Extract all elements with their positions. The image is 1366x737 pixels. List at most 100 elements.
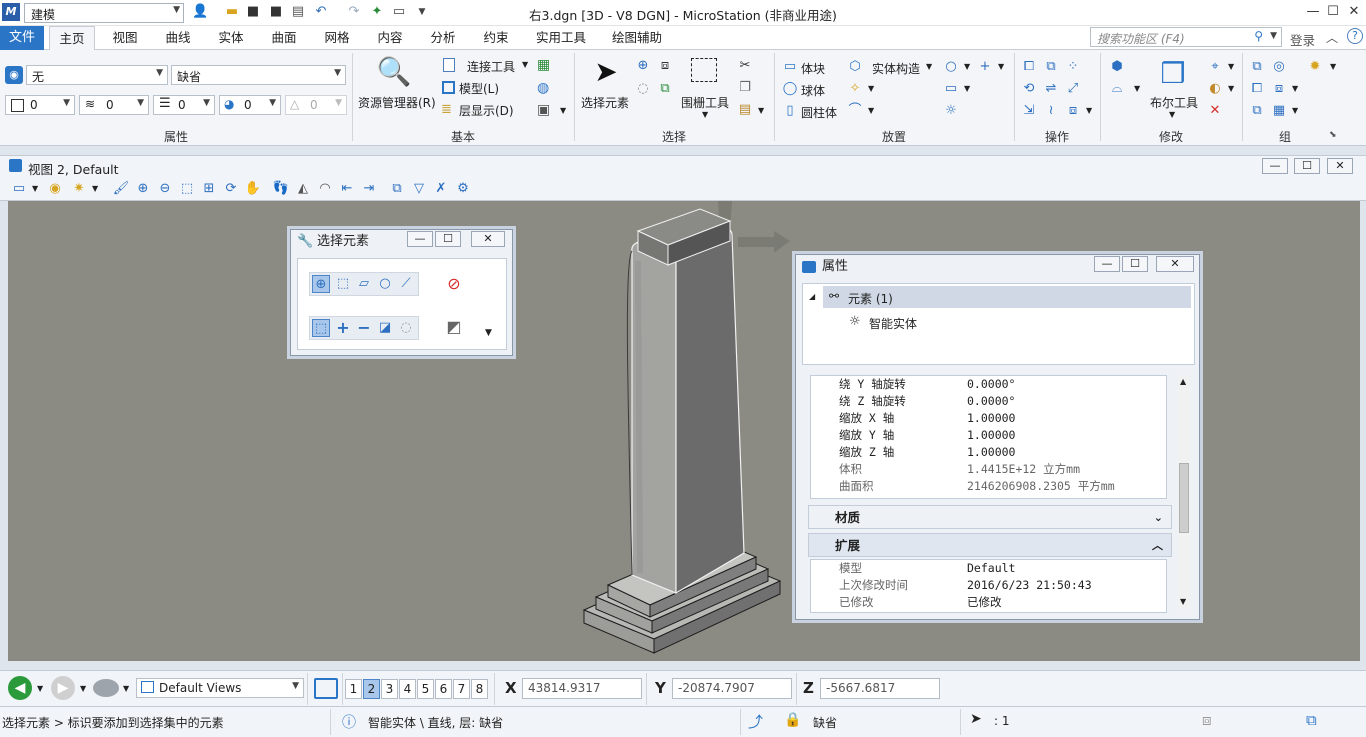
priority-combo[interactable]: △ 0 ▼ bbox=[285, 95, 347, 115]
fit-view-icon[interactable]: ⊞ bbox=[200, 180, 218, 198]
graphic-group-icon[interactable]: ⧉ bbox=[1248, 102, 1266, 120]
help-icon[interactable]: ? bbox=[1347, 28, 1363, 44]
view-maximize-icon[interactable]: ☐ bbox=[1294, 158, 1320, 174]
minimize-icon[interactable]: — bbox=[1302, 2, 1324, 22]
individual-select-icon[interactable]: ⊕ bbox=[312, 275, 330, 293]
fly-icon[interactable]: ◭ bbox=[294, 180, 312, 198]
linestyle-combo[interactable]: ≋ 0 ▼ bbox=[79, 95, 149, 115]
line-select-icon[interactable]: ⟋ bbox=[397, 275, 415, 293]
align-icon[interactable]: ⇲ bbox=[1020, 102, 1038, 120]
pan-view-icon[interactable]: ✋ bbox=[244, 180, 262, 198]
update-view-icon[interactable]: 🖌 bbox=[112, 180, 130, 198]
search-input[interactable]: 搜索功能区 (F4) ⚲ ▼ bbox=[1090, 27, 1282, 47]
properties-close-icon[interactable]: ✕ bbox=[1156, 256, 1194, 272]
view-button-4[interactable]: 4 bbox=[399, 679, 416, 699]
file-info-icon[interactable]: ⧉ bbox=[1306, 711, 1317, 729]
place-point-icon[interactable]: ✧ bbox=[846, 80, 864, 98]
open-folder-icon[interactable]: ▬ bbox=[224, 4, 240, 20]
chevron-down-icon[interactable]: ▼ bbox=[485, 328, 492, 338]
new-selection-icon[interactable]: ⬚ bbox=[312, 319, 330, 337]
select-dialog-close-icon[interactable]: ✕ bbox=[471, 231, 505, 247]
chevron-down-icon[interactable]: ▼ bbox=[123, 684, 129, 693]
tab-mesh[interactable]: 网格 bbox=[314, 26, 360, 50]
rectangle-icon[interactable]: ▭ bbox=[942, 80, 960, 98]
design-history-icon[interactable]: ⧈ bbox=[1202, 711, 1212, 729]
chevron-down-icon[interactable]: ▼ bbox=[926, 62, 932, 71]
previous-view-icon[interactable]: ⇤ bbox=[338, 180, 356, 198]
view-button-3[interactable]: 3 bbox=[381, 679, 398, 699]
tab-home[interactable]: 主页 bbox=[49, 26, 95, 51]
chevron-down-icon[interactable]: ▼ bbox=[560, 106, 566, 115]
select-dialog-minimize-icon[interactable]: — bbox=[407, 231, 433, 247]
tab-file[interactable]: 文件 bbox=[0, 26, 44, 50]
property-row[interactable]: 体积 1.4415E+12 立方mm bbox=[811, 461, 1166, 478]
add-mode-icon[interactable]: + bbox=[334, 319, 352, 337]
dialog-launcher-icon[interactable]: ⬊ bbox=[1329, 130, 1337, 140]
select-element-dialog[interactable]: 🔧 选择元素 — ☐ ✕ ⊕ ⬚ ▱ ○ ⟋ ⊘ ⬚ + − ◪ ◌ ◩ ▼ bbox=[290, 229, 513, 356]
property-row[interactable]: 曲面积 2146206908.2305 平方mm bbox=[811, 478, 1166, 495]
tab-content[interactable]: 内容 bbox=[367, 26, 413, 50]
tree-expand-icon[interactable]: ◢ bbox=[809, 292, 815, 301]
element-template-combo[interactable]: 缺省 ▼ bbox=[171, 65, 346, 85]
copy-view-icon[interactable]: ⧉ bbox=[388, 180, 406, 198]
view-settings-icon[interactable]: ⚙ bbox=[454, 180, 472, 198]
cylinder-icon[interactable]: ▯ bbox=[781, 102, 799, 120]
raster-icon[interactable]: ▦ bbox=[537, 57, 550, 73]
clip-mask-icon[interactable]: ✗ bbox=[432, 180, 450, 198]
chevron-down-icon[interactable]: ▼ bbox=[1228, 62, 1234, 71]
more-basic-icon[interactable]: ▣ bbox=[537, 102, 550, 118]
cut-icon[interactable]: ✂ bbox=[736, 57, 754, 75]
user-icon[interactable]: 👤 bbox=[192, 4, 208, 20]
level-display-button[interactable]: 层显示(D) bbox=[459, 102, 514, 119]
view-minimize-icon[interactable]: — bbox=[1262, 158, 1288, 174]
tab-constraints[interactable]: 约束 bbox=[473, 26, 519, 50]
info-icon[interactable]: ⓘ bbox=[342, 712, 356, 732]
clear-mode-icon[interactable]: ◌ bbox=[397, 319, 415, 337]
z-coordinate-field[interactable]: -5667.6817 bbox=[820, 678, 940, 699]
scroll-up-icon[interactable]: ▲ bbox=[1180, 377, 1186, 386]
tab-surfaces[interactable]: 曲面 bbox=[261, 26, 307, 50]
view-button-7[interactable]: 7 bbox=[453, 679, 470, 699]
invert-mode-icon[interactable]: ◪ bbox=[376, 319, 394, 337]
window-area-icon[interactable]: ⬚ bbox=[178, 180, 196, 198]
select-cube-icon[interactable]: ⧈ bbox=[656, 57, 674, 75]
array-icon[interactable]: ⁘ bbox=[1064, 58, 1082, 76]
sphere-icon[interactable]: ◯ bbox=[781, 80, 799, 98]
explorer-button[interactable]: 资源管理器(R) bbox=[358, 94, 436, 111]
attach-tools-button[interactable]: 连接工具 bbox=[467, 58, 515, 75]
chevron-down-icon[interactable]: ▼ bbox=[964, 62, 970, 71]
block-icon[interactable]: ▭ bbox=[781, 58, 799, 76]
properties-maximize-icon[interactable]: ☐ bbox=[1122, 256, 1148, 272]
properties-scrollbar[interactable]: ▲ ▼ bbox=[1178, 375, 1190, 609]
collapse-ribbon-icon[interactable]: ︿ bbox=[1326, 29, 1338, 46]
grid-icon[interactable]: ▦ bbox=[1270, 102, 1288, 120]
chevron-down-icon[interactable]: ▼ bbox=[1228, 84, 1234, 93]
fence-tools-button[interactable]: 围栅工具 bbox=[681, 94, 729, 111]
chevron-down-icon[interactable]: ▼ bbox=[32, 184, 38, 193]
active-level-status[interactable]: 缺省 bbox=[813, 714, 837, 731]
chevron-down-icon[interactable]: ▼ bbox=[868, 84, 874, 93]
scroll-thumb[interactable] bbox=[1179, 463, 1189, 533]
modify-solid-icon[interactable]: ⬢ bbox=[1108, 58, 1126, 76]
property-row[interactable]: 模型 Default bbox=[811, 560, 1166, 577]
maximize-icon[interactable]: ☐ bbox=[1322, 2, 1344, 22]
property-row[interactable]: 绕 Y 轴旋转 0.0000° bbox=[811, 376, 1166, 393]
circle-select-icon[interactable]: ○ bbox=[376, 275, 394, 293]
select-add-icon[interactable]: ⧉ bbox=[656, 80, 674, 98]
selection-arrow-icon[interactable]: ➤ bbox=[970, 711, 982, 727]
transparency-combo[interactable]: ◕ 0 ▼ bbox=[219, 95, 281, 115]
fillet-icon[interactable]: ⌓ bbox=[1108, 80, 1126, 98]
chevron-down-icon[interactable]: ▼ bbox=[1086, 106, 1092, 115]
lock-icon[interactable]: 🔒 bbox=[784, 712, 801, 728]
circle-icon[interactable]: ○ bbox=[942, 58, 960, 76]
save-as-icon[interactable]: ■ bbox=[268, 4, 284, 20]
chevron-down-icon[interactable]: ▼ bbox=[868, 106, 874, 115]
chevron-down-icon[interactable]: ▼ bbox=[1330, 62, 1336, 71]
customize-qa-icon[interactable]: ▼ bbox=[414, 4, 430, 20]
tab-view[interactable]: 视图 bbox=[102, 26, 148, 50]
models-button[interactable]: 模型(L) bbox=[459, 80, 499, 97]
walk-icon[interactable]: 👣 bbox=[272, 180, 290, 198]
select-element-button[interactable]: 选择元素 bbox=[581, 94, 629, 111]
weight-combo[interactable]: ☰ 0 ▼ bbox=[153, 95, 215, 115]
material-section-header[interactable]: 材质 ⌄ bbox=[808, 505, 1172, 529]
